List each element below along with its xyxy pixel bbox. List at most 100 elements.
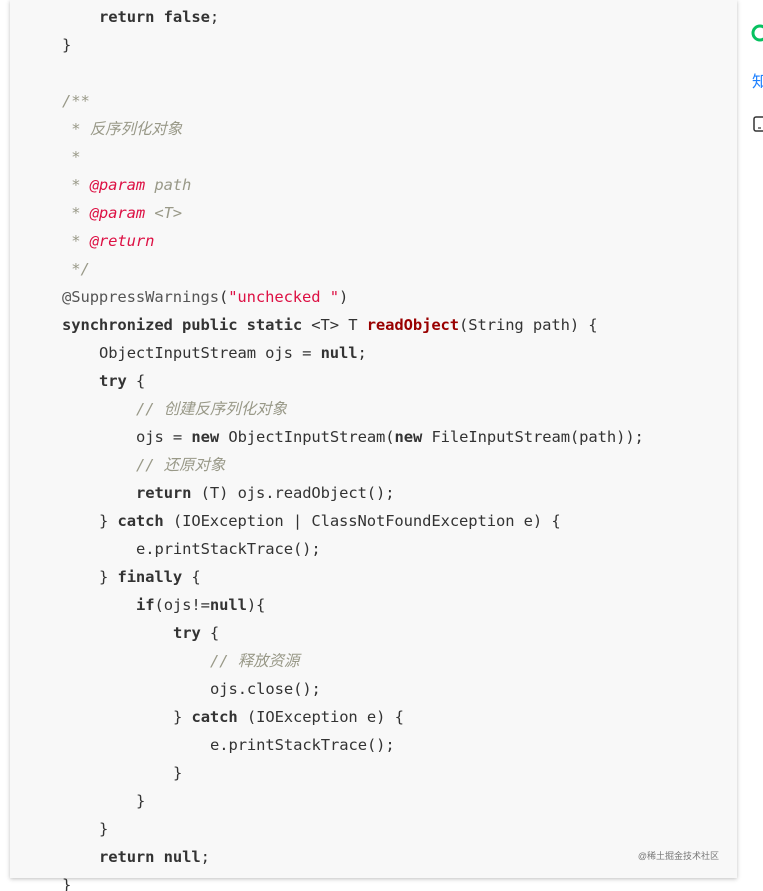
code-line: try {	[173, 620, 219, 646]
code-line: }	[62, 872, 71, 891]
code-token: e.printStackTrace();	[210, 736, 395, 754]
code-token: null	[163, 848, 201, 866]
code-line: }	[62, 32, 71, 58]
code-token: ojs =	[136, 428, 192, 446]
code-line: e.printStackTrace();	[210, 732, 395, 758]
code-token: <T> T	[302, 316, 367, 334]
code-token: new	[394, 428, 423, 446]
code-token: }	[136, 792, 146, 810]
code-token: // 释放资源	[210, 652, 300, 670]
code-token: ;	[357, 344, 367, 362]
watermark: @稀土掘金技术社区	[637, 851, 719, 861]
code-token: ){	[246, 596, 266, 614]
code-token: *	[62, 148, 81, 166]
code-line: * 反序列化对象	[62, 116, 182, 142]
code-line: } catch (IOException e) {	[173, 704, 404, 730]
code-token: // 创建反序列化对象	[136, 400, 287, 418]
right-sidebar: 知	[749, 0, 763, 891]
code-line: * @return	[62, 228, 154, 254]
code-line: }	[136, 788, 145, 814]
code-line: ojs = new ObjectInputStream(new FileInpu…	[136, 424, 644, 450]
code-token: }	[62, 876, 72, 891]
code-line: */	[62, 256, 90, 282]
code-line: e.printStackTrace();	[136, 536, 321, 562]
code-token: "unchecked "	[228, 288, 339, 306]
code-token: @param	[89, 176, 146, 194]
code-token: catch	[191, 708, 238, 726]
code-token: try	[173, 624, 201, 642]
code-token: (	[218, 288, 229, 306]
code-token: try	[99, 372, 127, 390]
code-token: * 反序列化对象	[62, 120, 183, 138]
code-token: (IOException | ClassNotFoundException e)…	[163, 512, 561, 530]
code-token: }	[99, 512, 118, 530]
code-token: ;	[209, 8, 220, 26]
code-line: } catch (IOException | ClassNotFoundExce…	[99, 508, 561, 534]
code-token: synchronized	[62, 316, 173, 334]
code-line: * @param <T>	[62, 200, 182, 226]
code-token: ;	[200, 848, 210, 866]
code-token: {	[126, 372, 146, 390]
code-token: false	[163, 8, 210, 26]
code-token: *	[62, 232, 90, 250]
code-token: if	[136, 596, 155, 614]
code-line: if(ojs!=null){	[136, 592, 265, 618]
code-line: synchronized public static <T> T readObj…	[62, 312, 598, 338]
code-token: (IOException e) {	[237, 708, 404, 726]
code-line: }	[99, 816, 108, 842]
code-token: null	[209, 596, 247, 614]
code-token: @param	[89, 204, 146, 222]
code-line: // 创建反序列化对象	[136, 396, 287, 422]
code-token: }	[99, 820, 109, 838]
code-token: @return	[89, 232, 155, 250]
code-token: {	[200, 624, 220, 642]
code-block: return false;} /** * 反序列化对象 * * @param pa…	[10, 0, 737, 891]
code-token: /**	[62, 92, 90, 110]
tablet-icon[interactable]	[751, 115, 763, 133]
code-line: return null;	[99, 844, 210, 870]
code-token: FileInputStream(path));	[422, 428, 644, 446]
code-line: ojs.close();	[210, 676, 321, 702]
code-line: }	[173, 760, 182, 786]
code-token: )	[338, 288, 349, 306]
code-token: */	[62, 260, 90, 278]
wechat-icon[interactable]	[751, 24, 763, 42]
code-line: ObjectInputStream ojs = null;	[99, 340, 367, 366]
code-token: // 还原对象	[136, 456, 226, 474]
code-token: null	[320, 344, 358, 362]
code-token: static	[246, 316, 303, 334]
code-token: public	[182, 316, 238, 334]
code-line: } finally {	[99, 564, 201, 590]
code-token: (String path) {	[459, 316, 598, 334]
code-line: *	[62, 144, 80, 170]
code-line: // 还原对象	[136, 452, 225, 478]
code-line: * @param path	[62, 172, 191, 198]
code-token: {	[182, 568, 201, 586]
code-token: *	[62, 176, 90, 194]
code-token: return	[99, 8, 155, 26]
code-line: return (T) ojs.readObject();	[136, 480, 395, 506]
code-token: ojs.close();	[210, 680, 321, 698]
code-token: }	[99, 568, 118, 586]
code-token: *	[62, 204, 90, 222]
code-token: }	[173, 708, 192, 726]
code-token: }	[173, 764, 183, 782]
code-token: new	[191, 428, 220, 446]
code-line: @SuppressWarnings("unchecked ")	[62, 284, 348, 310]
code-token: path	[145, 176, 192, 194]
code-token: (T) ojs.readObject();	[191, 484, 395, 502]
code-line: return false;	[99, 4, 219, 30]
code-token: return	[99, 848, 155, 866]
sidebar-partial-text[interactable]: 知	[752, 68, 763, 92]
code-line: try {	[99, 368, 145, 394]
code-token: @SuppressWarnings	[62, 288, 219, 306]
code-line: /**	[62, 88, 90, 114]
code-token: catch	[117, 512, 164, 530]
code-line: // 释放资源	[210, 648, 299, 674]
code-token: e.printStackTrace();	[136, 540, 321, 558]
code-token: <T>	[145, 204, 183, 222]
